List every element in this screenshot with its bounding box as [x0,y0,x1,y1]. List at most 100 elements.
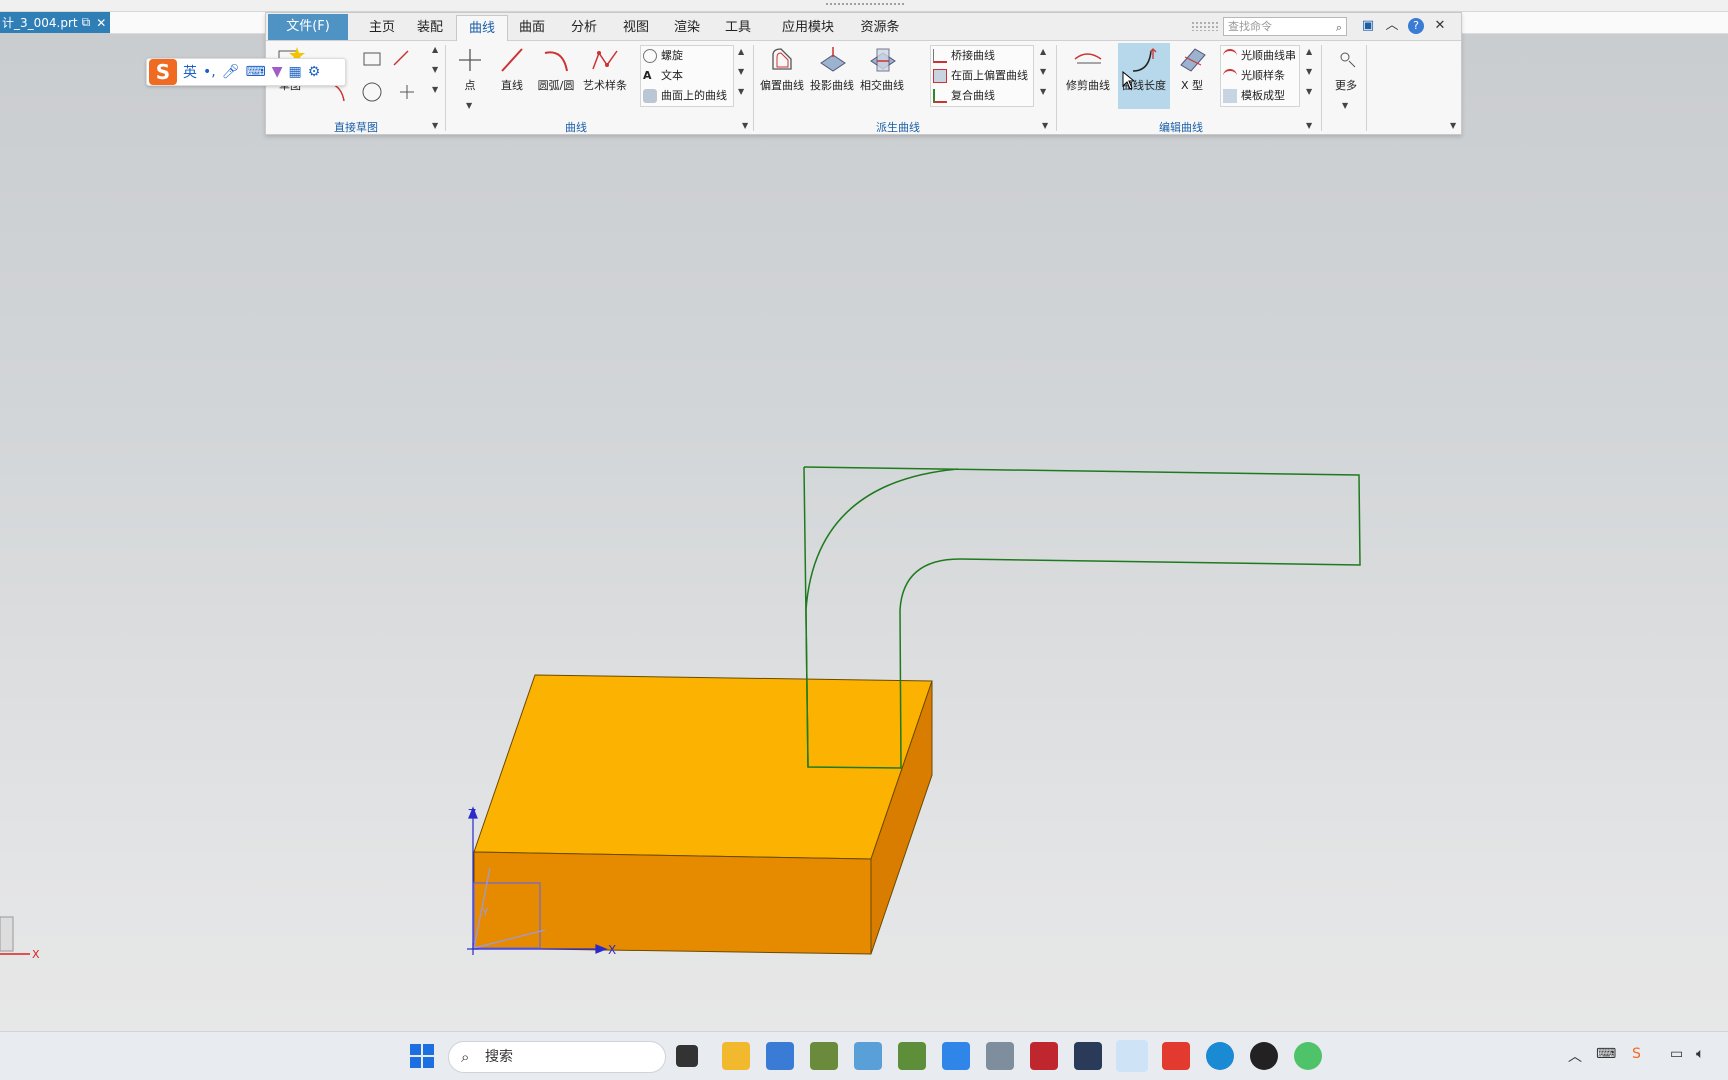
wps-icon[interactable] [1162,1042,1190,1070]
command-search-input[interactable]: 查找命令 ⌕ [1223,17,1347,36]
app-icon-4[interactable] [898,1042,926,1070]
shape-by-template-item[interactable]: 模板成型 [1221,86,1285,106]
line-button[interactable]: 直线 [492,43,532,109]
intersection-curve-icon [870,48,896,72]
group-curve-menu-icon[interactable]: ▼ [742,121,748,130]
tab-tools[interactable]: 工具 [718,15,758,41]
tab-curve[interactable]: 曲线 [456,15,508,41]
app-icon-1[interactable] [766,1042,794,1070]
edit-list-down-icon[interactable]: ▼ [1306,67,1312,76]
block-front-face[interactable] [473,851,872,955]
offset-curve-button[interactable]: 偏置曲线 [758,43,806,109]
derived-list-down-icon[interactable]: ▼ [1040,67,1046,76]
skin-icon[interactable]: ▼ [272,64,283,80]
task-view-icon[interactable] [676,1045,698,1067]
collapse-ribbon-icon[interactable]: ︿ [1384,18,1400,34]
sketch-arc-icon[interactable] [333,84,345,102]
group-edit-menu-icon[interactable]: ▼ [1306,121,1312,130]
sketch-line-icon[interactable] [393,50,409,66]
bridge-curve-item[interactable]: 桥接曲线 [931,46,995,66]
nx-icon[interactable] [1030,1042,1058,1070]
rectangle-icon[interactable] [363,52,381,66]
line-label: 直线 [501,79,523,92]
group-derived-menu-icon[interactable]: ▼ [1042,121,1048,130]
toolbox-icon[interactable]: ▦ [289,64,302,80]
edit-list-up-icon[interactable]: ▲ [1306,47,1312,56]
tab-render[interactable]: 渲染 [667,15,707,41]
intersection-curve-button[interactable]: 相交曲线 [858,43,906,109]
sketch-point-icon[interactable] [400,85,414,99]
smooth-curve-string-icon [1223,49,1237,63]
smooth-spline-item[interactable]: 光顺样条 [1221,66,1285,86]
arc-circle-button[interactable]: 圆弧/圆 [534,43,578,109]
sogou-logo-icon: S [149,59,177,85]
scroll-up-icon[interactable]: ▲ [432,45,438,54]
app-icon-3[interactable] [854,1042,882,1070]
edge-icon[interactable] [1206,1042,1234,1070]
trim-curve-button[interactable]: 修剪曲线 [1064,43,1112,109]
expand-gallery-icon[interactable]: ▼ [432,85,438,94]
keyboard-icon[interactable]: ⌨︎ [246,64,266,80]
close-window-icon[interactable]: ✕ [1432,18,1448,34]
curve-on-surface-item[interactable]: 曲面上的曲线 [641,86,727,106]
sogou-tray-icon[interactable]: S [1632,1046,1641,1062]
text-item[interactable]: A 文本 [641,66,683,86]
ime-tray-icon[interactable]: ⌨︎ [1596,1046,1616,1062]
ime-toolbar[interactable]: S 英 •, 🎤︎ ⌨︎ ▼ ▦ ⚙︎ [146,58,346,86]
taskbar-search[interactable]: ⌕ 搜索 [448,1041,666,1073]
tab-view[interactable]: 视图 [616,15,656,41]
point-dropdown-icon[interactable]: ▼ [466,101,472,110]
x-form-button[interactable]: X 型 [1172,43,1212,109]
app-icon-8[interactable] [1116,1040,1148,1072]
tab-assembly[interactable]: 装配 [410,15,450,41]
curve-list-down-icon[interactable]: ▼ [738,67,744,76]
composite-curve-item[interactable]: 复合曲线 [931,86,995,106]
help-icon[interactable]: ? [1408,18,1424,34]
smooth-curve-string-item[interactable]: 光顺曲线串 [1221,46,1296,66]
tab-application[interactable]: 应用模块 [776,15,840,41]
search-icon[interactable]: ⌕ [1336,19,1342,36]
curve-list-expand-icon[interactable]: ▼ [738,87,744,96]
offset-in-face-item[interactable]: 在面上偏置曲线 [931,66,1028,86]
network-icon[interactable]: ▭ [1670,1046,1683,1062]
window-layout-icon[interactable]: ▣ [1360,18,1376,34]
tab-file[interactable]: 文件(F) [268,14,348,40]
edit-list-expand-icon[interactable]: ▼ [1306,87,1312,96]
more-button[interactable]: 更多 [1326,43,1366,109]
app-icon-5[interactable] [942,1042,970,1070]
studio-spline-button[interactable]: 艺术样条 [580,43,630,109]
tab-home[interactable]: 主页 [362,15,402,41]
app-icon-9[interactable] [1294,1042,1322,1070]
tab-surface[interactable]: 曲面 [512,15,552,41]
circle-icon[interactable] [362,82,382,102]
derived-list-up-icon[interactable]: ▲ [1040,47,1046,56]
record-icon[interactable] [1250,1042,1278,1070]
file-explorer-icon[interactable] [722,1042,750,1070]
tab-analysis[interactable]: 分析 [564,15,604,41]
derived-list-expand-icon[interactable]: ▼ [1040,87,1046,96]
microphone-icon[interactable]: 🎤︎ [222,64,240,80]
project-curve-button[interactable]: 投影曲线 [808,43,856,109]
app-icon-2[interactable] [810,1042,838,1070]
ribbon-options-icon[interactable]: ▼ [1450,121,1456,130]
start-icon[interactable] [408,1042,436,1070]
ribbon: 文件(F) 主页 装配 曲线 曲面 分析 视图 渲染 工具 应用模块 资源条 查… [265,12,1462,135]
scroll-down-icon[interactable]: ▼ [432,65,438,74]
punctuation-icon[interactable]: •, [203,64,216,80]
point-button[interactable]: 点 [450,43,490,109]
tray-expand-icon[interactable]: ︿ [1568,1046,1582,1066]
line-icon [501,48,523,72]
app-icon-7[interactable] [1074,1042,1102,1070]
graphics-viewport[interactable]: Z X Y X [0,0,1728,1080]
volume-icon[interactable]: 🔈︎ [1696,1046,1704,1062]
app-icon-6[interactable] [986,1042,1014,1070]
settings-icon[interactable]: ⚙︎ [308,64,321,80]
more-dropdown-icon[interactable]: ▼ [1342,101,1348,110]
toolbar-grip[interactable] [1191,21,1219,31]
curve-list-up-icon[interactable]: ▲ [738,47,744,56]
helix-item[interactable]: 螺旋 [641,46,683,66]
tab-resource-bar[interactable]: 资源条 [854,15,906,41]
group-direct-sketch-menu-icon[interactable]: ▼ [432,121,438,130]
x-axis-label: X [608,943,616,957]
ime-mode-label[interactable]: 英 [183,62,197,82]
